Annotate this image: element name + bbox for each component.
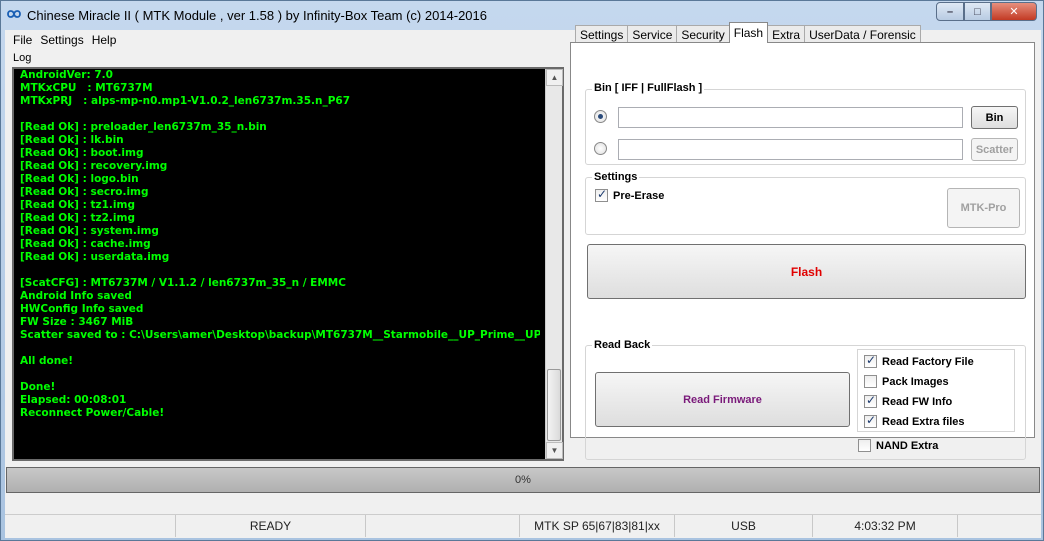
scroll-up-icon[interactable]: ▲ [546, 69, 563, 86]
log-label: Log [13, 52, 32, 64]
close-button[interactable]: ✕ [991, 2, 1037, 21]
log-console[interactable]: AndroidVer: 7.0 MTKxCPU : MT6737M MTKxPRJ … [12, 67, 564, 461]
pre-erase-option[interactable]: Pre-Erase [595, 187, 665, 202]
log-line: MTKxCPU : MT6737M [20, 82, 153, 94]
log-line: Reconnect Power/Cable! [20, 407, 165, 419]
menu-file[interactable]: File [9, 33, 36, 47]
bin-group-label: Bin [ IFF | FullFlash ] [592, 82, 705, 94]
read-extra-files-option[interactable]: Read Extra files [864, 413, 965, 428]
tab-strip: Settings Service Security Flash Extra Us… [575, 22, 921, 43]
log-line: Done! [20, 381, 56, 393]
status-bar: READY MTK SP 65|67|83|81|xx USB 4:03:32 … [5, 514, 1041, 537]
progress-text: 0% [515, 474, 531, 486]
log-line: All done! [20, 355, 74, 367]
tab-settings[interactable]: Settings [575, 25, 629, 43]
bin-button[interactable]: Bin [971, 106, 1018, 129]
status-cell-3 [366, 515, 520, 537]
read-firmware-button[interactable]: Read Firmware [595, 372, 850, 427]
pack-images-checkbox[interactable] [864, 375, 877, 388]
pack-images-label: Pack Images [882, 375, 949, 388]
log-line: [Read Ok] : system.img [20, 225, 159, 237]
scatter-button[interactable]: Scatter [971, 138, 1018, 161]
status-cell-1 [5, 515, 176, 537]
log-line: [Read Ok] : tz1.img [20, 199, 135, 211]
log-line: [Read Ok] : preloader_len6737m_35_n.bin [20, 121, 267, 133]
nand-extra-option[interactable]: NAND Extra [858, 439, 938, 452]
status-connection: USB [675, 515, 813, 537]
readback-group-label: Read Back [592, 339, 653, 351]
scatter-path-field[interactable] [618, 139, 963, 160]
pack-images-option[interactable]: Pack Images [864, 375, 949, 388]
tab-service[interactable]: Service [627, 25, 678, 43]
minimize-button[interactable]: – [936, 2, 964, 21]
status-clock: 4:03:32 PM [813, 515, 958, 537]
main-window: Chinese Miracle II ( MTK Module , ver 1.… [0, 0, 1044, 541]
read-fw-info-option[interactable]: Read FW Info [864, 393, 953, 408]
read-factory-file-checkbox[interactable] [864, 353, 877, 368]
scroll-down-icon[interactable]: ▼ [546, 442, 563, 459]
scatter-radio[interactable] [594, 142, 607, 155]
tab-extra[interactable]: Extra [767, 25, 806, 43]
log-line: HWConfig Info saved [20, 303, 144, 315]
maximize-button[interactable]: □ [964, 2, 991, 21]
log-line: Android Info saved [20, 290, 132, 302]
scroll-thumb[interactable] [547, 369, 561, 441]
read-fw-info-checkbox[interactable] [864, 393, 877, 408]
log-line: [Read Ok] : cache.img [20, 238, 151, 250]
log-line: [Read Ok] : boot.img [20, 147, 144, 159]
bin-path-field[interactable] [618, 107, 963, 128]
read-factory-file-label: Read Factory File [882, 355, 974, 368]
nand-extra-label: NAND Extra [876, 439, 939, 452]
log-line: [Read Ok] : lk.bin [20, 134, 124, 146]
tab-userdata-forensic[interactable]: UserData / Forensic [804, 25, 921, 43]
log-line: [ScatCFG] : MT6737M / V1.1.2 / len6737m_… [20, 277, 346, 289]
nand-extra-checkbox[interactable] [858, 439, 871, 452]
log-line: Elapsed: 00:08:01 [20, 394, 127, 406]
status-mtk-sp: MTK SP 65|67|83|81|xx [520, 515, 675, 537]
mtk-pro-button[interactable]: MTK-Pro [947, 188, 1020, 228]
status-ready: READY [176, 515, 366, 537]
log-scrollbar[interactable]: ▲ ▼ [545, 69, 563, 459]
read-extra-files-checkbox[interactable] [864, 413, 877, 428]
log-line: Scatter saved to : C:\Users\amer\Desktop… [20, 329, 540, 341]
log-line: FW Size : 3467 MiB [20, 316, 134, 328]
status-cell-7 [958, 515, 1041, 537]
bin-radio[interactable] [594, 110, 607, 123]
pre-erase-checkbox[interactable] [595, 187, 608, 202]
progress-bar: 0% [6, 467, 1040, 493]
infinity-logo-icon [7, 10, 21, 18]
log-line: [Read Ok] : recovery.img [20, 160, 168, 172]
read-factory-file-option[interactable]: Read Factory File [864, 353, 974, 368]
tab-flash[interactable]: Flash [728, 22, 769, 43]
menu-help[interactable]: Help [88, 33, 121, 47]
log-line: [Read Ok] : logo.bin [20, 173, 139, 185]
window-title: Chinese Miracle II ( MTK Module , ver 1.… [27, 8, 488, 23]
pre-erase-label: Pre-Erase [613, 189, 665, 202]
flash-button[interactable]: Flash [587, 244, 1026, 299]
settings-group-label: Settings [592, 171, 640, 183]
menu-settings[interactable]: Settings [36, 33, 87, 47]
log-line: MTKxPRJ : alps-mp-n0.mp1-V1.0.2_len6737m… [20, 95, 351, 107]
log-line: [Read Ok] : secro.img [20, 186, 149, 198]
log-text[interactable]: AndroidVer: 7.0 MTKxCPU : MT6737M MTKxPRJ … [20, 69, 540, 459]
tab-security[interactable]: Security [676, 25, 730, 43]
read-fw-info-label: Read FW Info [882, 395, 953, 408]
log-line: [Read Ok] : userdata.img [20, 251, 170, 263]
log-line: [Read Ok] : tz2.img [20, 212, 135, 224]
read-extra-files-label: Read Extra files [882, 415, 965, 428]
log-line: AndroidVer: 7.0 [20, 69, 113, 81]
